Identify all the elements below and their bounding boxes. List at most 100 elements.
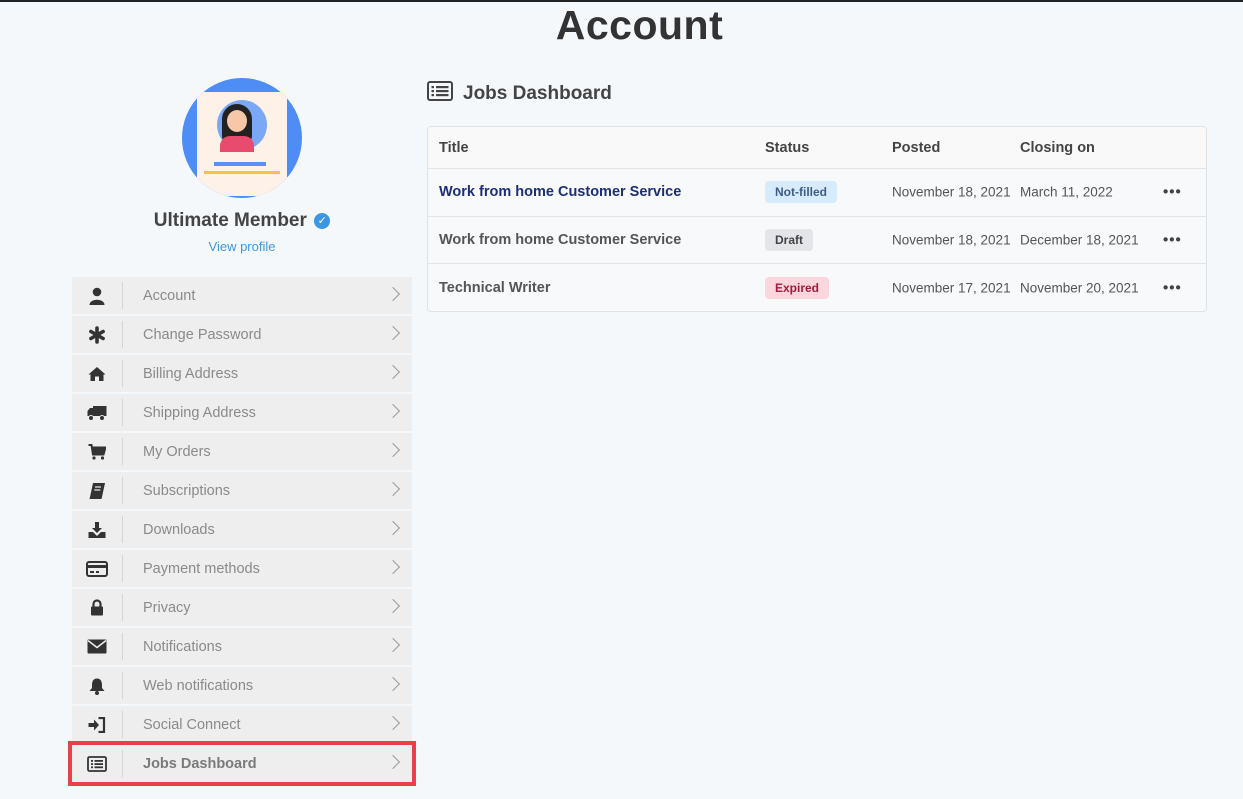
nav-label: Jobs Dashboard xyxy=(143,755,257,772)
nav-label: Account xyxy=(143,287,196,304)
section-title-text: Jobs Dashboard xyxy=(463,83,612,104)
jobs-table: Title Status Posted Closing on Work from… xyxy=(427,126,1207,312)
nav-divider xyxy=(122,594,123,621)
lock-icon xyxy=(72,589,122,626)
nav-item-notifications[interactable]: Notifications xyxy=(72,628,412,665)
nav-divider xyxy=(122,750,123,777)
nav-divider xyxy=(122,516,123,543)
nav-divider xyxy=(122,321,123,348)
nav-label: Web notifications xyxy=(143,677,254,694)
nav-item-web-notifications[interactable]: Web notifications xyxy=(72,667,412,704)
nav-label: Payment methods xyxy=(143,560,260,577)
avatar[interactable] xyxy=(182,78,302,198)
book-icon xyxy=(72,472,122,509)
posted-date: November 18, 2021 xyxy=(892,184,1011,200)
job-title: Work from home Customer Service xyxy=(439,231,682,248)
home-icon xyxy=(72,355,122,392)
status-cell: Draft xyxy=(765,228,814,251)
nav-item-change-password[interactable]: Change Password xyxy=(72,316,412,353)
chevron-right-icon xyxy=(385,754,401,770)
column-header-status: Status xyxy=(765,139,810,156)
envelope-icon xyxy=(72,628,122,665)
nav-label: Social Connect xyxy=(143,716,241,733)
closing-date: November 20, 2021 xyxy=(1020,280,1139,296)
chevron-right-icon xyxy=(385,559,401,575)
nav-divider xyxy=(122,438,123,465)
download-icon xyxy=(72,511,122,548)
credit-card-icon xyxy=(72,550,122,587)
chevron-right-icon xyxy=(385,286,401,302)
column-header-posted: Posted xyxy=(892,139,941,156)
view-profile-link[interactable]: View profile xyxy=(72,239,412,254)
table-header: Title Status Posted Closing on xyxy=(428,127,1206,169)
nav-label: Shipping Address xyxy=(143,404,256,421)
nav-divider xyxy=(122,555,123,582)
nav-item-account[interactable]: Account xyxy=(72,277,412,314)
table-row: Technical Writer Expired November 17, 20… xyxy=(428,264,1206,311)
account-nav: Account Change Password Billing Address … xyxy=(68,277,416,786)
job-title-link[interactable]: Work from home Customer Service xyxy=(439,184,681,200)
chevron-right-icon xyxy=(385,364,401,380)
status-cell: Not-filled xyxy=(765,181,837,204)
section-title: Jobs Dashboard xyxy=(427,81,612,107)
chevron-right-icon xyxy=(385,481,401,497)
chevron-right-icon xyxy=(385,598,401,614)
user-icon xyxy=(72,277,122,314)
status-badge: Expired xyxy=(765,276,830,299)
job-title: Technical Writer xyxy=(439,279,551,296)
more-actions-icon[interactable]: ••• xyxy=(1163,279,1182,296)
table-row: Work from home Customer Service Not-fill… xyxy=(428,169,1206,217)
avatar-line xyxy=(204,171,280,174)
more-actions-icon[interactable]: ••• xyxy=(1163,184,1182,201)
nav-label: Billing Address xyxy=(143,365,239,382)
nav-label: My Orders xyxy=(143,443,211,460)
sign-in-icon xyxy=(72,706,122,743)
chevron-right-icon xyxy=(385,442,401,458)
nav-label: Privacy xyxy=(143,599,191,616)
nav-item-shipping-address[interactable]: Shipping Address xyxy=(72,394,412,431)
nav-label: Change Password xyxy=(143,326,262,343)
nav-divider xyxy=(122,360,123,387)
column-header-closing: Closing on xyxy=(1020,139,1095,156)
closing-date: December 18, 2021 xyxy=(1020,232,1139,248)
column-header-title: Title xyxy=(439,139,469,156)
chevron-right-icon xyxy=(385,403,401,419)
status-cell: Expired xyxy=(765,276,830,299)
nav-item-downloads[interactable]: Downloads xyxy=(72,511,412,548)
truck-icon xyxy=(72,394,122,431)
nav-divider xyxy=(122,399,123,426)
posted-date: November 17, 2021 xyxy=(892,280,1011,296)
list-alt-icon xyxy=(427,81,453,107)
list-alt-icon xyxy=(72,745,122,782)
nav-item-subscriptions[interactable]: Subscriptions xyxy=(72,472,412,509)
nav-label: Downloads xyxy=(143,521,215,538)
chevron-right-icon xyxy=(385,325,401,341)
nav-item-my-orders[interactable]: My Orders xyxy=(72,433,412,470)
profile-name: Ultimate Member xyxy=(153,210,307,231)
nav-item-social-connect[interactable]: Social Connect xyxy=(72,706,412,743)
status-badge: Not-filled xyxy=(765,181,837,204)
nav-item-privacy[interactable]: Privacy xyxy=(72,589,412,626)
page-title: Account xyxy=(555,2,724,48)
posted-date: November 18, 2021 xyxy=(892,232,1011,248)
chevron-right-icon xyxy=(385,715,401,731)
nav-item-payment-methods[interactable]: Payment methods xyxy=(72,550,412,587)
avatar-face xyxy=(227,110,247,132)
cart-icon xyxy=(72,433,122,470)
profile-name-row: Ultimate Member ✓ xyxy=(72,210,412,232)
chevron-right-icon xyxy=(385,637,401,653)
verified-check-icon: ✓ xyxy=(314,213,331,229)
chevron-right-icon xyxy=(385,520,401,536)
nav-item-billing-address[interactable]: Billing Address xyxy=(72,355,412,392)
more-actions-icon[interactable]: ••• xyxy=(1163,231,1182,248)
nav-divider xyxy=(122,282,123,309)
nav-divider xyxy=(122,711,123,738)
avatar-shirt xyxy=(220,136,254,152)
nav-item-jobs-dashboard[interactable]: Jobs Dashboard xyxy=(68,741,416,786)
nav-label: Notifications xyxy=(143,638,222,655)
nav-divider xyxy=(122,477,123,504)
nav-label: Subscriptions xyxy=(143,482,231,499)
chevron-right-icon xyxy=(385,676,401,692)
bell-icon xyxy=(72,667,122,704)
asterisk-icon xyxy=(72,316,122,353)
